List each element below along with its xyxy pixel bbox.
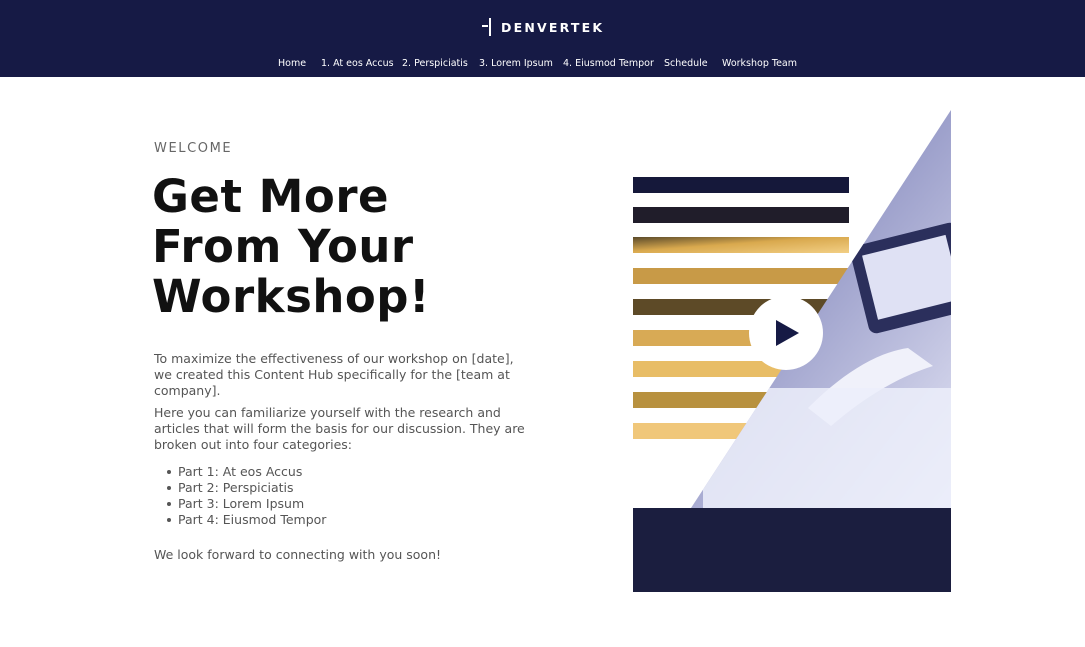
intro-paragraph: To maximize the effectiveness of our wor… [154, 351, 514, 398]
brand-logo[interactable]: DENVERTEK [482, 17, 604, 37]
category-list: Part 1: At eos Accus Part 2: Perspiciati… [166, 464, 327, 528]
list-item: Part 4: Eiusmod Tempor [166, 512, 327, 527]
main-nav: Home 1. At eos Accus 2. Perspiciatis 3. … [0, 57, 1085, 71]
nav-eiusmod-tempor[interactable]: 4. Eiusmod Tempor [563, 57, 654, 71]
top-navigation-bar: DENVERTEK Home 1. At eos Accus 2. Perspi… [0, 0, 1085, 77]
welcome-eyebrow: WELCOME [154, 141, 233, 156]
page-title: Get More From Your Workshop! [152, 172, 430, 322]
list-item: Part 3: Lorem Ipsum [166, 496, 326, 512]
video-thumbnail[interactable] [633, 108, 951, 592]
brand-name: DENVERTEK [501, 19, 605, 35]
nav-workshop-team[interactable]: Workshop Team [722, 57, 797, 71]
nav-home[interactable]: Home [278, 57, 306, 71]
video-footer-panel [633, 508, 951, 592]
title-line-2: From Your [152, 220, 414, 273]
list-item: Part 2: Perspiciatis [166, 480, 326, 496]
closing-text: We look forward to connecting with you s… [154, 547, 441, 562]
hero-graphic [633, 110, 951, 592]
nav-schedule[interactable]: Schedule [664, 57, 708, 71]
nav-perspiciatis[interactable]: 2. Perspiciatis [402, 57, 468, 71]
crosshair-logo-icon [482, 18, 496, 36]
nav-at-eos-accus[interactable]: 1. At eos Accus [321, 57, 394, 71]
title-line-3: Workshop! [152, 270, 431, 323]
details-paragraph: Here you can familiarize yourself with t… [154, 405, 525, 452]
title-line-1: Get More [152, 170, 390, 223]
list-item: Part 1: At eos Accus [166, 464, 326, 480]
nav-lorem-ipsum[interactable]: 3. Lorem Ipsum [479, 57, 553, 71]
